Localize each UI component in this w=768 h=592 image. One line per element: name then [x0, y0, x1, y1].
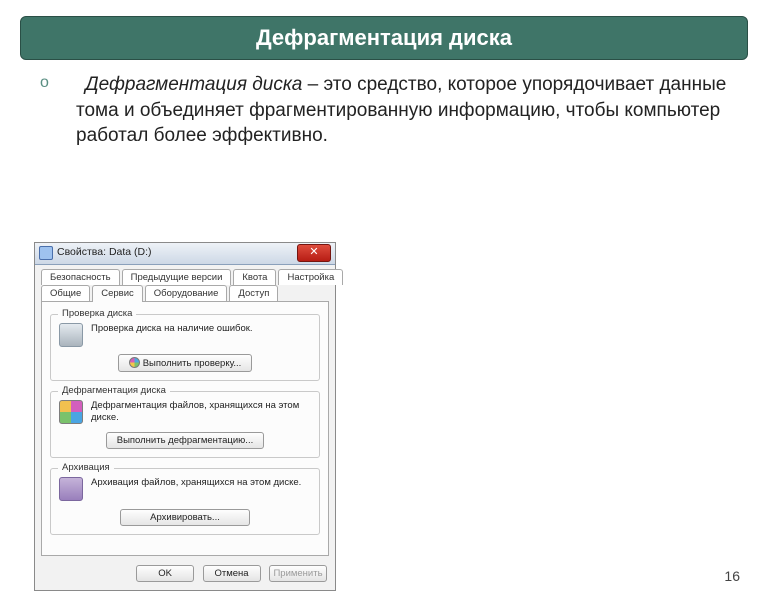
dialog-title: Свойства: Data (D:)	[57, 246, 152, 258]
tab-general[interactable]: Общие	[41, 285, 90, 301]
dialog-system-icon	[39, 246, 53, 260]
tab-panel-tools: Проверка диска Проверка диска на наличие…	[41, 301, 329, 556]
run-check-button[interactable]: Выполнить проверку...	[118, 354, 253, 372]
ok-button[interactable]: OK	[136, 565, 194, 582]
page-number: 16	[724, 568, 740, 584]
bullet-marker: o	[58, 72, 86, 94]
run-defrag-button[interactable]: Выполнить дефрагментацию...	[106, 432, 264, 449]
group-title-defrag: Дефрагментация диска	[58, 385, 170, 396]
run-archive-button[interactable]: Архивировать...	[120, 509, 250, 526]
archive-icon	[59, 477, 83, 501]
check-text: Проверка диска на наличие ошибок.	[91, 323, 253, 335]
group-archive: Архивация Архивация файлов, хранящихся н…	[50, 468, 320, 535]
definition-term: Дефрагментация диска	[85, 74, 302, 95]
archive-text: Архивация файлов, хранящихся на этом дис…	[91, 477, 301, 489]
dialog-titlebar: Свойства: Data (D:) ✕	[35, 243, 335, 265]
tab-sharing[interactable]: Доступ	[229, 285, 278, 301]
tab-settings[interactable]: Настройка	[278, 269, 343, 285]
group-check-disk: Проверка диска Проверка диска на наличие…	[50, 314, 320, 381]
tab-quota[interactable]: Квота	[233, 269, 276, 285]
apply-button[interactable]: Применить	[269, 565, 327, 582]
defrag-icon	[59, 400, 83, 424]
tab-tools[interactable]: Сервис	[92, 285, 143, 302]
group-defrag: Дефрагментация диска Дефрагментация файл…	[50, 391, 320, 458]
dialog-footer: OK Отмена Применить	[35, 563, 335, 590]
tab-previous-versions[interactable]: Предыдущие версии	[122, 269, 232, 285]
properties-dialog: Свойства: Data (D:) ✕ Безопасность Преды…	[34, 242, 336, 591]
group-title-check: Проверка диска	[58, 308, 136, 319]
close-button[interactable]: ✕	[297, 244, 331, 262]
tab-security[interactable]: Безопасность	[41, 269, 120, 285]
slide-body: o Дефрагментация диска – это средство, к…	[40, 72, 728, 149]
close-icon: ✕	[309, 246, 318, 258]
slide-title: Дефрагментация диска	[256, 25, 512, 50]
tabstrip: Безопасность Предыдущие версии Квота Нас…	[35, 265, 335, 302]
defrag-text: Дефрагментация файлов, хранящихся на это…	[91, 400, 311, 424]
disk-icon	[59, 323, 83, 347]
tab-hardware[interactable]: Оборудование	[145, 285, 228, 301]
slide-title-bar: Дефрагментация диска	[20, 16, 748, 60]
shield-icon	[129, 357, 140, 368]
group-title-archive: Архивация	[58, 462, 114, 473]
cancel-button[interactable]: Отмена	[203, 565, 261, 582]
